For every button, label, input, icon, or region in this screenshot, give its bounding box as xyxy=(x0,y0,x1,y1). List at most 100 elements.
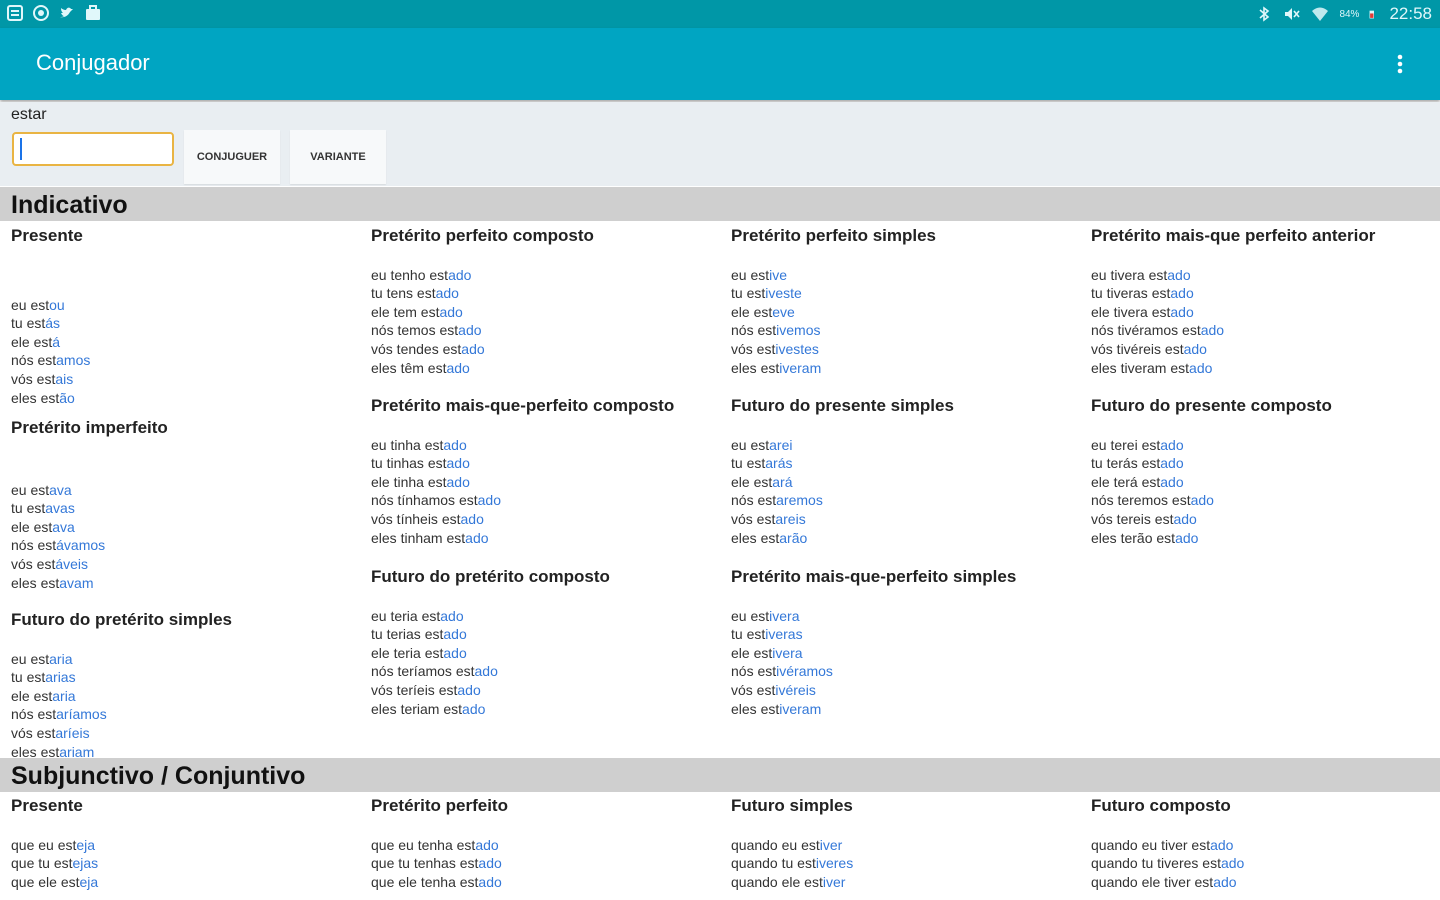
status-bar: 84% 22:58 xyxy=(0,0,1440,28)
conjugate-button[interactable]: CONJUGUER xyxy=(184,130,280,184)
form-row: eles estariam xyxy=(11,743,232,757)
verb-ending: ado xyxy=(462,700,486,717)
form-row: eu estou xyxy=(11,296,90,315)
verb-input[interactable] xyxy=(12,132,174,166)
verb-ending: ás xyxy=(45,315,61,332)
form-row: eles estarão xyxy=(731,529,954,548)
verb-stem: eu tenho est xyxy=(371,266,449,283)
verb-ending: ado xyxy=(1189,359,1213,376)
verb-ending: ado xyxy=(435,285,459,302)
verb-stem: nós teríamos est xyxy=(371,663,475,680)
form-row: eu estarei xyxy=(731,436,954,455)
verb-stem: eles teriam est xyxy=(371,700,463,717)
tense-block: Futuro simples quando eu estiver quando … xyxy=(731,796,854,892)
verb-ending: ão xyxy=(59,389,75,406)
form-row: tu estarias xyxy=(11,668,232,687)
verb-stem: quando eu tiver est xyxy=(1091,836,1211,853)
verb-stem: ele tem est xyxy=(371,303,440,320)
verb-stem: nós est xyxy=(731,322,777,339)
tense-block: Futuro do pretérito simples eu est aria t… xyxy=(11,611,232,757)
variant-button[interactable]: VARIANTE xyxy=(290,130,386,184)
verb-stem: ele teria est xyxy=(371,644,444,661)
verb-ending: ado xyxy=(1160,455,1184,472)
verb-ending: ado xyxy=(1200,322,1225,339)
form-row: eu terei estado xyxy=(1091,436,1332,455)
verb-ending: ado xyxy=(443,436,467,453)
form-row: nós estaremos xyxy=(731,491,954,510)
verb-stem: eles est xyxy=(11,743,60,757)
verb-ending: ado xyxy=(1210,836,1234,853)
form-row: quando eu tiver estado xyxy=(1091,836,1244,855)
verb-stem: ele est xyxy=(731,473,773,490)
verb-stem: vós tivéreis est xyxy=(1091,340,1184,357)
form-row: eu estava xyxy=(11,481,168,500)
tense-title: Futuro composto xyxy=(1091,796,1231,815)
verb-ending: iveres xyxy=(815,855,854,872)
verb-ending: ivestes xyxy=(775,340,819,357)
tense-title: Futuro do pretérito simples xyxy=(11,611,233,629)
current-verb-label: estar xyxy=(11,106,47,123)
verb-stem: nós teremos est xyxy=(1091,492,1191,509)
verb-stem: eu est xyxy=(731,607,770,624)
form-row: eu estive xyxy=(731,266,936,285)
form-row: tu estavas xyxy=(11,499,168,518)
form-row: quando ele estiver xyxy=(731,873,853,892)
more-vert-icon[interactable] xyxy=(1390,52,1410,76)
tense-title: Pretérito perfeito composto xyxy=(371,226,594,245)
verb-stem: eu tivera est xyxy=(1091,266,1168,283)
verb-stem: eles est xyxy=(11,389,60,406)
verb-stem: eu est xyxy=(731,436,770,453)
form-row: vós tereis estado xyxy=(1091,510,1332,529)
verb-ending: aria xyxy=(52,687,76,704)
verb-ending: ado xyxy=(457,681,481,698)
verb-stem: ele est xyxy=(11,518,53,535)
tense-title: Futuro do pretérito composto xyxy=(371,567,610,586)
verb-stem: eu est xyxy=(11,650,50,667)
form-row: nós estivemos xyxy=(731,321,936,340)
verb-stem: ele terá est xyxy=(1091,473,1161,490)
verb-stem: eu est xyxy=(731,266,770,283)
form-row: ele estava xyxy=(11,518,168,537)
verb-ending: ariam xyxy=(59,743,95,757)
section-header-subjunctivo: Subjunctivo / Conjuntivo xyxy=(0,758,1440,792)
verb-ending: ado xyxy=(1190,492,1214,509)
verb-ending: ará xyxy=(772,473,793,490)
verb-ending: ado xyxy=(440,607,464,624)
verb-stem: vós est xyxy=(731,681,776,698)
form-row: que ele tenha estado xyxy=(371,873,508,892)
verb-stem: eles tinham est xyxy=(371,529,466,546)
verb-ending: areis xyxy=(775,510,806,527)
form-row: nós temos estado xyxy=(371,321,594,340)
form-row: tu estarás xyxy=(731,454,954,473)
tense-block: Pretérito mais-que perfeito anterior eu … xyxy=(1091,226,1375,377)
verb-ending: ava xyxy=(49,481,72,498)
verb-stem: que tu est xyxy=(11,855,73,872)
tense-title: Futuro simples xyxy=(731,796,853,815)
tense-block: Pretérito perfeito simples eu estive tu … xyxy=(731,226,936,377)
verb-stem: nós tivéramos est xyxy=(1091,322,1201,339)
verb-stem: tu est xyxy=(731,626,766,643)
verb-ending: ado xyxy=(458,322,482,339)
verb-stem: nós est xyxy=(11,706,57,723)
verb-ending: iveram xyxy=(779,700,822,717)
form-row: vós estáveis xyxy=(11,555,168,574)
verb-ending: arias xyxy=(45,669,76,686)
form-row: ele tivera estado xyxy=(1091,303,1375,322)
verb-ending: iveras xyxy=(765,626,803,643)
verb-ending: ivéreis xyxy=(775,681,816,698)
verb-stem: tu est xyxy=(731,455,766,472)
verb-ending: ado xyxy=(477,492,501,509)
form-row: nós estaríamos xyxy=(11,705,232,724)
verb-ending: ado xyxy=(478,873,502,890)
form-row: nós teríamos estado xyxy=(371,662,610,681)
verb-ending: ado xyxy=(443,626,467,643)
verb-ending: amos xyxy=(56,352,91,369)
wifi-icon xyxy=(1312,7,1329,21)
form-row: eles têm estado xyxy=(371,359,594,378)
verb-ending: ado xyxy=(1160,473,1184,490)
verb-stem: vós tendes est xyxy=(371,340,462,357)
verb-stem: ele tinha est xyxy=(371,473,447,490)
tense-block: Futuro do presente composto eu terei est… xyxy=(1091,396,1332,547)
verb-stem: vós est xyxy=(731,510,776,527)
tense-block: Futuro do pretérito composto eu teria es… xyxy=(371,567,610,718)
